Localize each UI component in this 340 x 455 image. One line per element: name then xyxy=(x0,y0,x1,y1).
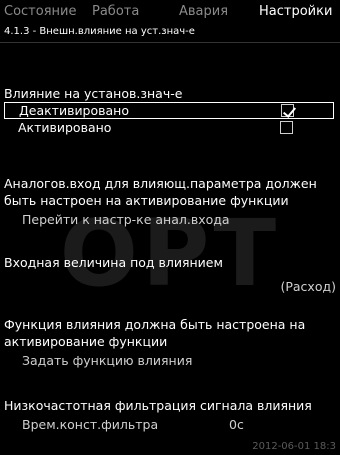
option-deactivated[interactable]: Деактивировано xyxy=(4,102,334,119)
input-value-title: Входная величина под влиянием xyxy=(4,255,223,270)
filter-section-title: Низкочастотная фильтрация сигнала влияни… xyxy=(4,398,312,413)
header-divider xyxy=(0,42,340,43)
option-activated-label: Активировано xyxy=(18,120,112,135)
influence-section-title: Влияние на установ.знач-е xyxy=(4,86,183,101)
analog-settings-link[interactable]: Перейти к настр-ке анал.входа xyxy=(22,212,230,227)
timestamp: 2012-06-01 18:3 xyxy=(252,441,336,452)
tab-operation[interactable]: Работа xyxy=(92,4,139,19)
input-value-field[interactable]: (Расход) xyxy=(280,279,336,294)
tab-status[interactable]: Состояние xyxy=(4,4,76,19)
tab-alarm[interactable]: Авария xyxy=(179,4,228,19)
option-deactivated-label: Деактивировано xyxy=(19,103,129,118)
analog-note-line2: быть настроен на активирование функции xyxy=(4,193,289,208)
function-settings-link[interactable]: Задать функцию влияния xyxy=(22,353,192,368)
tab-bar: Состояние Работа Авария Настройки xyxy=(4,4,340,26)
option-activated-checkbox[interactable] xyxy=(280,121,293,134)
option-activated[interactable]: Активировано xyxy=(4,120,334,137)
filter-param-value[interactable]: 0с xyxy=(229,417,244,432)
option-deactivated-checkbox[interactable] xyxy=(281,104,297,118)
analog-note-line1: Аналогов.вход для влияющ.параметра долже… xyxy=(4,176,317,191)
breadcrumb: 4.1.3 - Внешн.влияние на уст.знач-е xyxy=(4,26,195,37)
filter-param-label[interactable]: Врем.конст.фильтра xyxy=(22,417,158,432)
function-note-line1: Функция влияния должна быть настроена на xyxy=(4,317,306,332)
function-note-line2: активирование функции xyxy=(4,334,168,349)
checkmark-icon xyxy=(282,104,297,118)
tab-settings[interactable]: Настройки xyxy=(259,4,332,19)
